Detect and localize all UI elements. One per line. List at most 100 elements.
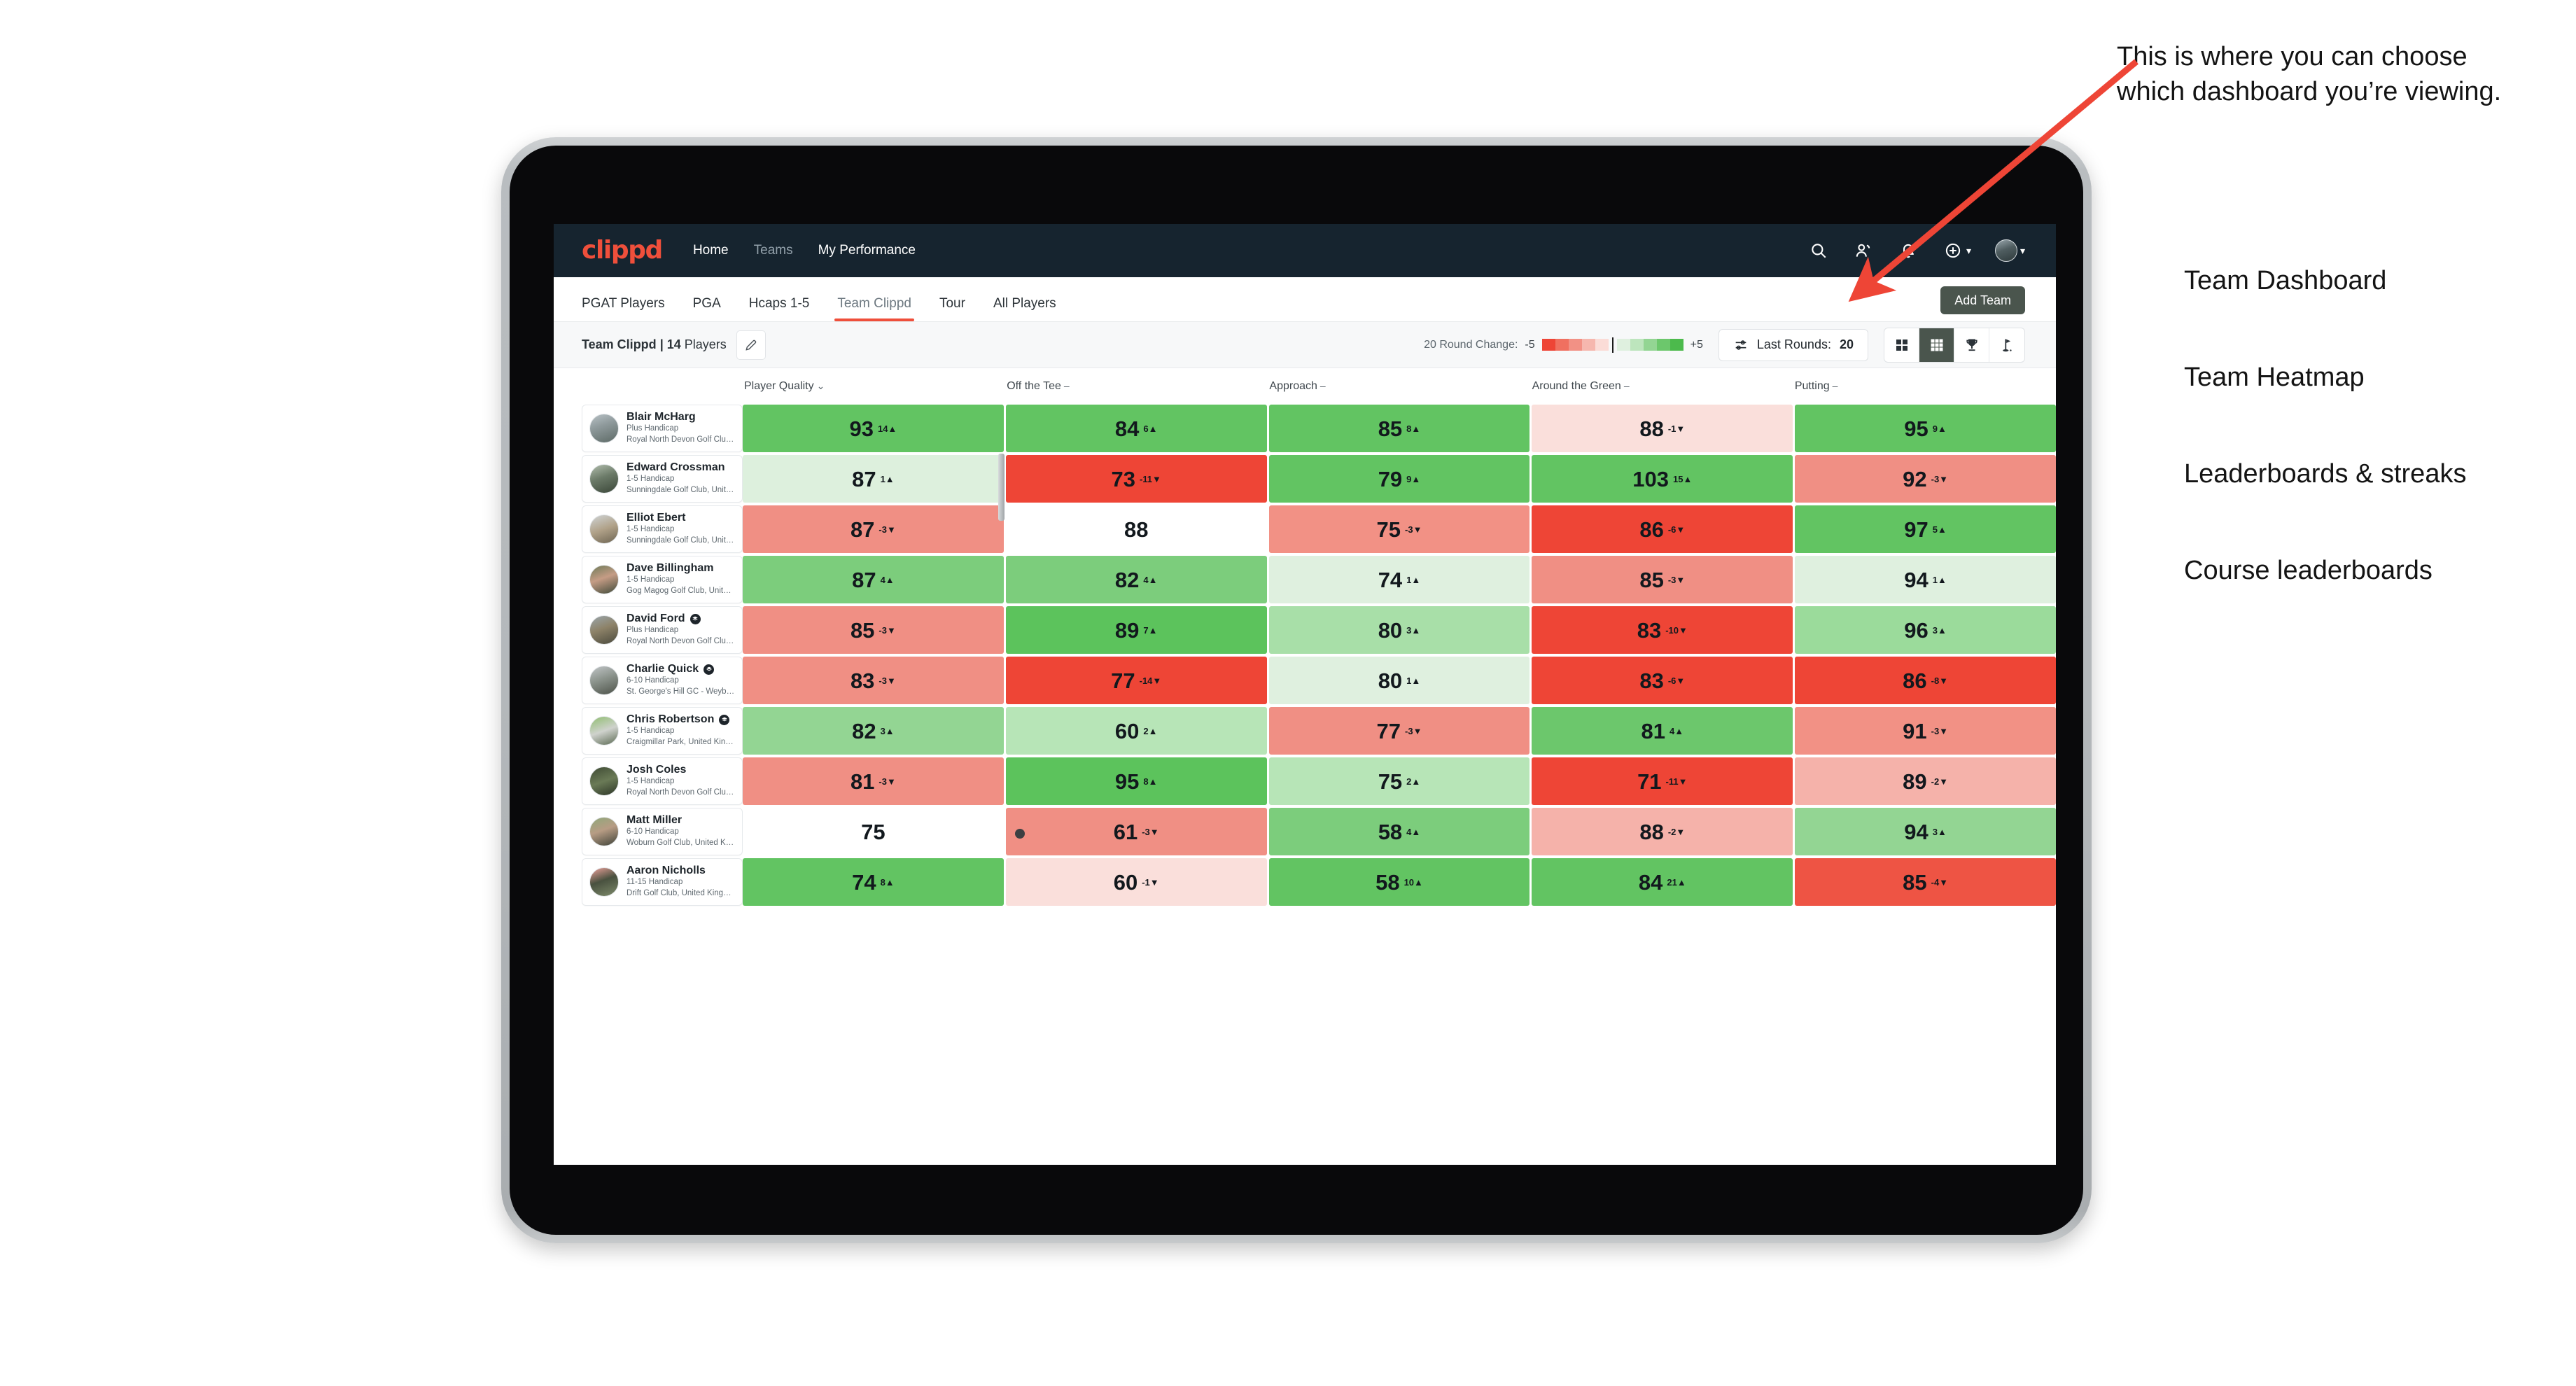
dash-icon[interactable]: – [1833, 380, 1838, 391]
heatmap-cell[interactable]: 93 14▲ [743, 405, 1004, 452]
power-button[interactable] [998, 454, 1004, 521]
tab-pgat-players[interactable]: PGAT Players [582, 296, 665, 321]
heatmap-cell-delta: -3▼ [1405, 524, 1422, 535]
heatmap-cell[interactable]: 82 4▲ [1005, 556, 1267, 603]
heatmap-cell-value: 85 [1378, 416, 1403, 441]
heatmap-cell[interactable]: 83 -10▼ [1532, 606, 1793, 654]
heatmap-cell[interactable]: 80 1▲ [1268, 657, 1530, 704]
heatmap-cell[interactable]: 89 7▲ [1005, 606, 1267, 654]
player-avatar [589, 666, 619, 695]
heatmap-cell[interactable]: 88 -1▼ [1532, 405, 1793, 452]
heatmap-cell-delta: -1▼ [1142, 876, 1159, 888]
heatmap-cell[interactable]: 89 -2▼ [1795, 757, 2056, 805]
pencil-icon[interactable] [736, 330, 766, 360]
topnav-link-my-performance[interactable]: My Performance [818, 243, 916, 258]
heatmap-cell[interactable]: 86 -8▼ [1795, 657, 2056, 704]
heatmap-cell[interactable]: 71 -11▼ [1532, 757, 1793, 805]
player-card[interactable]: Charlie Quick 6-10 Handicap St. George's H… [582, 657, 743, 704]
heatmap-cell[interactable]: 60 2▲ [1005, 707, 1267, 755]
column-header-approach[interactable]: Approach – [1268, 380, 1530, 393]
heatmap-cell[interactable]: 87 4▲ [743, 556, 1004, 603]
player-name-row: Chris Robertson [626, 713, 735, 726]
tab-team-clippd[interactable]: Team Clippd [834, 296, 914, 321]
heatmap-cell-value: 97 [1904, 517, 1928, 542]
heatmap-cell[interactable]: 60 -1▼ [1005, 858, 1267, 906]
chevron-down-icon[interactable]: ⌄ [817, 380, 825, 391]
tab-hcaps-1-5[interactable]: Hcaps 1-5 [749, 296, 810, 321]
heatmap-cell[interactable]: 87 -3▼ [743, 505, 1004, 553]
heatmap-cell-value: 73 [1111, 466, 1135, 491]
rounds-filter-button[interactable]: Last Rounds: 20 [1718, 328, 1868, 361]
heatmap-cell-value: 71 [1637, 769, 1662, 794]
heatmap-cell[interactable]: 82 3▲ [743, 707, 1004, 755]
heatmap-cell[interactable]: 75 -3▼ [1268, 505, 1530, 553]
round-change-legend: 20 Round Change: -5 +5 [1424, 337, 1703, 353]
heatmap-cell[interactable]: 94 3▲ [1795, 808, 2056, 855]
heatmap-cell[interactable]: 80 3▲ [1268, 606, 1530, 654]
heatmap-cell[interactable]: 75 2▲ [1268, 757, 1530, 805]
tab-pga[interactable]: PGA [693, 296, 721, 321]
heatmap-cell[interactable]: 88 -2▼ [1532, 808, 1793, 855]
view-team-heatmap-button[interactable] [1919, 328, 1954, 362]
heatmap-cell[interactable]: 84 6▲ [1005, 405, 1267, 452]
heatmap-cell[interactable]: 87 1▲ [743, 455, 1004, 503]
heatmap-cell[interactable]: 81 -3▼ [743, 757, 1004, 805]
view-course-leaderboards-button[interactable] [1989, 328, 2024, 362]
topnav-link-teams[interactable]: Teams [754, 243, 793, 258]
heatmap-cell[interactable]: 85 -3▼ [1532, 556, 1793, 603]
player-card[interactable]: Matt Miller 6-10 Handicap Woburn Golf Club… [582, 808, 743, 855]
heatmap-cell[interactable]: 61 -3▼ [1005, 808, 1267, 855]
heatmap-cell[interactable]: 96 3▲ [1795, 606, 2056, 654]
heatmap-cell[interactable]: 86 -6▼ [1532, 505, 1793, 553]
player-card[interactable]: Blair McHarg Plus Handicap Royal North Dev… [582, 405, 743, 452]
heatmap-cell[interactable]: 103 15▲ [1532, 455, 1793, 503]
heatmap-cell[interactable]: 74 1▲ [1268, 556, 1530, 603]
heatmap-cell[interactable]: 58 10▲ [1268, 858, 1530, 906]
clippd-logo[interactable]: clippd [582, 238, 663, 263]
heatmap-cell[interactable]: 85 -4▼ [1795, 858, 2056, 906]
dash-icon[interactable]: – [1624, 380, 1630, 391]
player-card[interactable]: Aaron Nicholls 11-15 Handicap Drift Golf C… [582, 858, 743, 906]
topnav-link-home[interactable]: Home [693, 243, 729, 258]
player-card[interactable]: Edward Crossman 1-5 Handicap Sunningdale G… [582, 455, 743, 503]
heatmap-cell-delta: 4▲ [1669, 725, 1684, 736]
heatmap-cell[interactable]: 77 -3▼ [1268, 707, 1530, 755]
heatmap-cell[interactable]: 74 8▲ [743, 858, 1004, 906]
player-card[interactable]: Elliot Ebert 1-5 Handicap Sunningdale Golf… [582, 505, 743, 553]
tab-all-players[interactable]: All Players [993, 296, 1056, 321]
heatmap-cell[interactable]: 81 4▲ [1532, 707, 1793, 755]
heatmap-cell[interactable]: 88 [1005, 505, 1267, 553]
heatmap-cell[interactable]: 85 8▲ [1268, 405, 1530, 452]
dash-icon[interactable]: – [1320, 380, 1326, 391]
heatmap-cell[interactable]: 97 5▲ [1795, 505, 2056, 553]
heatmap-cell[interactable]: 95 9▲ [1795, 405, 2056, 452]
view-leaderboards-button[interactable] [1954, 328, 1989, 362]
heatmap-cell[interactable]: 92 -3▼ [1795, 455, 2056, 503]
heatmap-cell[interactable]: 95 8▲ [1005, 757, 1267, 805]
heatmap-cell-delta: 1▲ [1932, 574, 1947, 585]
heatmap-cell[interactable]: 77 -14▼ [1005, 657, 1267, 704]
heatmap-cell[interactable]: 83 -3▼ [743, 657, 1004, 704]
heatmap-cell[interactable]: 91 -3▼ [1795, 707, 2056, 755]
column-header-player-quality[interactable]: Player Quality ⌄ [743, 380, 1005, 393]
player-card[interactable]: David Ford Plus Handicap Royal North Devon… [582, 606, 743, 654]
heatmap-cell[interactable]: 73 -11▼ [1005, 455, 1267, 503]
heatmap-cell-value: 75 [861, 819, 886, 844]
player-card[interactable]: Dave Billingham 1-5 Handicap Gog Magog Gol… [582, 556, 743, 603]
heatmap-cell[interactable]: 75 [743, 808, 1004, 855]
view-team-dashboard-button[interactable] [1884, 328, 1919, 362]
column-header-around-the-green[interactable]: Around the Green – [1531, 380, 1793, 393]
player-club: Gog Magog Golf Club, United Kingdom [626, 587, 735, 595]
player-card[interactable]: Josh Coles 1-5 Handicap Royal North Devon … [582, 757, 743, 805]
tab-tour[interactable]: Tour [939, 296, 965, 321]
heatmap-cell[interactable]: 94 1▲ [1795, 556, 2056, 603]
heatmap-cell[interactable]: 58 4▲ [1268, 808, 1530, 855]
heatmap-cell[interactable]: 84 21▲ [1532, 858, 1793, 906]
player-card[interactable]: Chris Robertson 1-5 Handicap Craigmillar P… [582, 707, 743, 755]
column-header-putting[interactable]: Putting – [1793, 380, 2056, 393]
heatmap-cell[interactable]: 83 -6▼ [1532, 657, 1793, 704]
heatmap-cell[interactable]: 79 9▲ [1268, 455, 1530, 503]
dash-icon[interactable]: – [1064, 380, 1070, 391]
heatmap-cell[interactable]: 85 -3▼ [743, 606, 1004, 654]
column-header-off-the-tee[interactable]: Off the Tee – [1005, 380, 1268, 393]
